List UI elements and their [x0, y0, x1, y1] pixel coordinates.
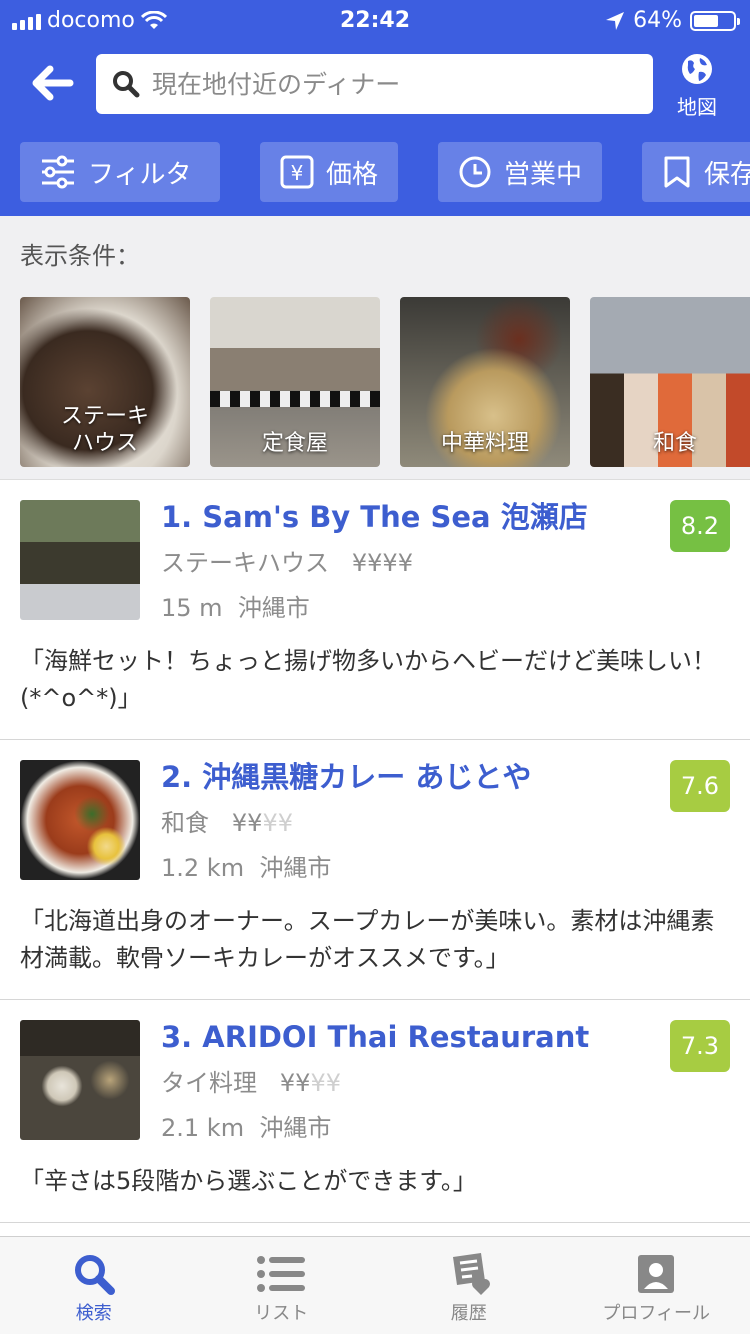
map-button[interactable]: 地図	[668, 52, 726, 120]
category-label: 中華料理	[440, 430, 529, 456]
list-icon	[257, 1256, 306, 1292]
price-level: ¥¥¥¥	[351, 548, 413, 577]
open-now-filter-button[interactable]: 営業中	[438, 142, 603, 202]
app-header: docomo 22:42 64% 現在地付近のディナー 地図 フィルタ ¥ 価格…	[0, 0, 750, 216]
restaurant-photo	[20, 500, 140, 620]
tab-history[interactable]: 履歴	[375, 1237, 563, 1334]
search-icon	[113, 71, 140, 98]
price-level: ¥¥	[279, 1069, 311, 1098]
sliders-icon	[42, 155, 74, 189]
category-set-meal[interactable]: 定食屋	[210, 297, 380, 467]
category-label: 定食屋	[261, 430, 328, 456]
history-icon	[452, 1253, 490, 1295]
restaurant-photo	[20, 760, 140, 881]
restaurant-meta: 和食 ¥¥¥¥	[161, 803, 730, 838]
filter-button[interactable]: フィルタ	[20, 142, 220, 202]
price-level: ¥¥	[231, 808, 263, 837]
restaurant-meta: ステーキハウス ¥¥¥¥	[161, 543, 730, 578]
distance: 1.2 km	[161, 853, 245, 882]
review-quote: 「北海道出身のオーナー。スープカレーが美味い。素材は沖縄素材満載。軟骨ソーキカレ…	[20, 906, 715, 973]
yen-icon: ¥	[280, 155, 314, 189]
restaurant-category: ステーキハウス	[161, 548, 329, 577]
tab-profile[interactable]: プロフィール	[563, 1237, 750, 1334]
globe-icon	[682, 54, 712, 84]
category-steakhouse[interactable]: ステーキ ハウス	[20, 297, 190, 467]
city: 沖縄市	[259, 853, 332, 882]
city: 沖縄市	[237, 593, 310, 622]
tab-list[interactable]: リスト	[188, 1237, 376, 1334]
rating-badge: 7.3	[670, 1020, 730, 1073]
back-button[interactable]	[26, 60, 80, 106]
city: 沖縄市	[259, 1114, 332, 1143]
back-arrow-icon	[32, 65, 74, 101]
tab-label: プロフィール	[602, 1303, 711, 1324]
tab-bar: 検索 リスト 履歴 プロフィール	[0, 1236, 750, 1334]
search-input[interactable]	[152, 69, 632, 99]
tab-search[interactable]: 検索	[0, 1237, 188, 1334]
map-label: 地図	[677, 95, 717, 119]
saved-filter-button[interactable]: 保存済み	[642, 142, 750, 202]
category-label: ステーキ ハウス	[60, 404, 149, 456]
restaurant-location: 2.1 km 沖縄市	[161, 1108, 730, 1143]
distance: 2.1 km	[161, 1114, 245, 1143]
restaurant-location: 15 m 沖縄市	[161, 588, 730, 623]
open-now-filter-label: 営業中	[504, 159, 583, 190]
restaurant-category: 和食	[161, 808, 209, 837]
category-label: 和食	[652, 430, 697, 456]
location-arrow-icon	[606, 11, 625, 30]
tab-label: 履歴	[450, 1303, 487, 1324]
price-filter-label: 価格	[326, 159, 379, 190]
battery-percent: 64%	[633, 8, 682, 33]
price-level-dim: ¥¥	[262, 808, 293, 837]
tab-label: 検索	[75, 1303, 112, 1324]
rating-badge: 7.6	[670, 760, 730, 813]
bookmark-icon	[664, 156, 690, 188]
restaurant-photo	[20, 1020, 140, 1141]
profile-icon	[638, 1255, 675, 1293]
price-level-dim: ¥¥	[310, 1069, 341, 1098]
restaurant-name[interactable]: 2. 沖縄黒糖カレー あじとや	[161, 760, 730, 795]
saved-filter-label: 保存済み	[704, 159, 750, 190]
list-item[interactable]: 8.2 1. Sam's By The Sea 泡瀬店 ステーキハウス ¥¥¥¥…	[0, 480, 750, 741]
tab-label: リスト	[254, 1303, 309, 1324]
filter-bar: フィルタ ¥ 価格 営業中 保存済み	[20, 142, 750, 202]
restaurant-location: 1.2 km 沖縄市	[161, 848, 730, 883]
restaurant-name[interactable]: 1. Sam's By The Sea 泡瀬店	[161, 500, 730, 535]
filter-label: フィルタ	[88, 159, 192, 190]
review-quote: 「海鮮セット！ちょっと揚げ物多いからヘビーだけど美味しい！(*^o^*)」	[20, 646, 716, 712]
search-row: 地図	[0, 52, 750, 119]
list-item[interactable]: 7.3 3. ARIDOI Thai Restaurant タイ料理 ¥¥¥¥ …	[0, 1000, 750, 1224]
status-bar: docomo 22:42 64%	[0, 0, 750, 42]
review-quote: 「辛さは5段階から選ぶことができます。」	[20, 1167, 477, 1196]
rating-badge: 8.2	[670, 500, 730, 552]
price-filter-button[interactable]: ¥ 価格	[260, 142, 399, 202]
svg-text:¥: ¥	[291, 161, 304, 185]
status-right: 64%	[605, 8, 740, 33]
battery-icon	[690, 10, 740, 31]
category-japanese[interactable]: 和食	[590, 297, 750, 467]
restaurant-category: タイ料理	[161, 1069, 257, 1098]
clock-icon	[459, 156, 491, 188]
conditions-label: 表示条件：	[20, 242, 140, 270]
distance: 15 m	[161, 593, 223, 622]
category-carousel: ステーキ ハウス 定食屋 中華料理 和食	[20, 297, 750, 467]
display-conditions: 表示条件： ステーキ ハウス 定食屋 中華料理 和食	[0, 216, 750, 480]
restaurant-name[interactable]: 3. ARIDOI Thai Restaurant	[161, 1020, 730, 1055]
category-chinese[interactable]: 中華料理	[400, 297, 570, 467]
search-icon	[74, 1255, 115, 1295]
list-item[interactable]: 7.6 2. 沖縄黒糖カレー あじとや 和食 ¥¥¥¥ 1.2 km 沖縄市 「…	[0, 740, 750, 1001]
results-list: 8.2 1. Sam's By The Sea 泡瀬店 ステーキハウス ¥¥¥¥…	[0, 480, 750, 1224]
restaurant-meta: タイ料理 ¥¥¥¥	[161, 1063, 730, 1098]
search-box[interactable]	[96, 54, 653, 114]
